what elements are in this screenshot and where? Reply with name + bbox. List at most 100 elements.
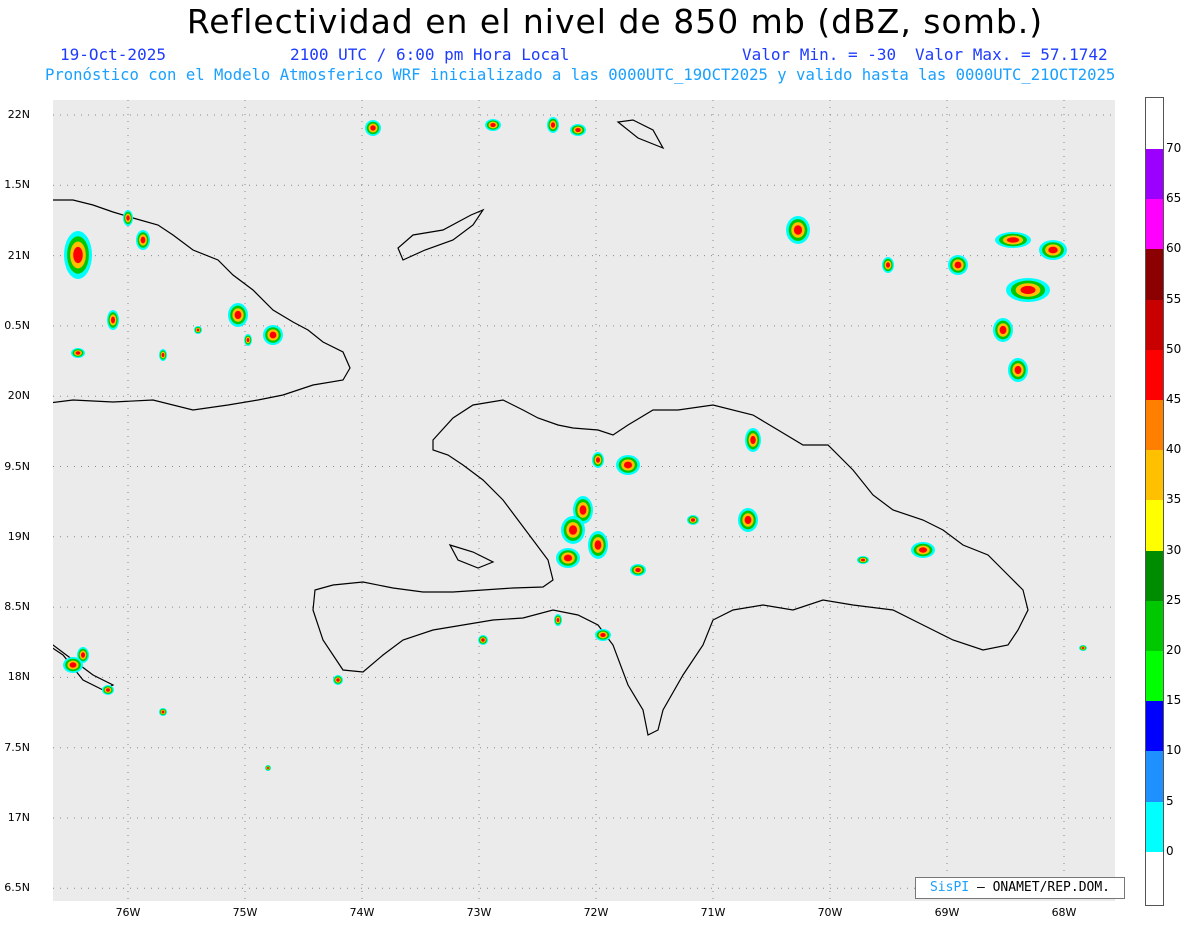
lat-label: 9.5N — [4, 459, 30, 473]
reflectivity-cell — [333, 675, 343, 685]
reflectivity-contour — [1081, 646, 1085, 650]
reflectivity-contour — [954, 261, 962, 269]
colorbar-segment — [1146, 249, 1163, 300]
lon-label: 75W — [232, 906, 258, 919]
reflectivity-contour — [600, 632, 606, 638]
gonave-coastline — [448, 544, 495, 569]
colorbar-segment — [1146, 701, 1163, 752]
min-value: Valor Min. = -30 — [742, 45, 897, 64]
lon-label: 73W — [466, 906, 492, 919]
reflectivity-contour — [793, 225, 803, 235]
reflectivity-contour — [744, 515, 752, 525]
reflectivity-contour — [161, 352, 165, 358]
reflectivity-cell — [630, 564, 646, 576]
colorbar-segment — [1146, 400, 1163, 451]
reflectivity-contour — [481, 638, 485, 642]
reflectivity-cell — [592, 452, 604, 468]
forecast-time: 2100 UTC / 6:00 pm Hora Local — [290, 45, 570, 64]
colorbar-segment — [1146, 751, 1163, 802]
reflectivity-contour — [246, 337, 250, 343]
credit-box: SisPI – ONAMET/REP.DOM. — [915, 877, 1125, 899]
max-value: Valor Max. = 57.1742 — [915, 45, 1108, 64]
reflectivity-contour — [594, 540, 602, 550]
reflectivity-cell — [786, 216, 810, 244]
colorbar-label: 70 — [1166, 141, 1182, 155]
reflectivity-contour — [690, 518, 696, 522]
reflectivity-contour — [140, 236, 146, 244]
reflectivity-cell — [194, 326, 202, 334]
reflectivity-contour — [885, 262, 891, 268]
reflectivity-cell — [1039, 240, 1067, 260]
reflectivity-cell — [911, 542, 935, 558]
colorbar-label: 45 — [1166, 392, 1182, 406]
colorbar-label: 30 — [1166, 542, 1182, 557]
colorbar-label: 0 — [1166, 843, 1174, 858]
colorbar-segment — [1146, 801, 1163, 852]
lat-label: 17N — [7, 811, 30, 824]
lon-label: 68W — [1051, 906, 1077, 919]
reflectivity-contour — [75, 351, 81, 355]
reflectivity-cell — [561, 516, 585, 544]
reflectivity-contour — [73, 246, 83, 264]
coastlines — [32, 119, 1029, 736]
credit-brand: SisPI — [929, 880, 970, 895]
reflectivity-contour — [234, 310, 242, 320]
lat-label: 1.5N — [4, 178, 30, 192]
colorbar-label: 65 — [1166, 191, 1182, 206]
reflectivity-contour — [110, 316, 116, 324]
reflectivity-cell — [485, 119, 501, 131]
reflectivity-cell — [993, 318, 1013, 342]
reflectivity-contour — [266, 766, 270, 770]
colorbar-label: 15 — [1166, 693, 1182, 708]
colorbar-label: 50 — [1166, 341, 1182, 356]
reflectivity-cell — [107, 310, 119, 330]
lat-label: 19N — [7, 529, 30, 543]
reflectivity-contour — [918, 547, 928, 553]
reflectivity-cell — [547, 117, 559, 133]
colorbar-label: 55 — [1166, 291, 1182, 306]
reflectivity-cell — [159, 349, 167, 361]
reflectivity-contour — [579, 505, 587, 515]
cuba-coastline — [32, 199, 351, 411]
reflectivity-cell — [745, 428, 761, 452]
reflectivity-cell — [1008, 358, 1028, 382]
reflectivity-cells — [63, 117, 1087, 771]
colorbar-label: 5 — [1166, 793, 1174, 808]
map-canvas — [32, 100, 1115, 901]
reflectivity-cell — [244, 334, 252, 346]
reflectivity-contour — [999, 325, 1007, 335]
reflectivity-contour — [556, 617, 560, 623]
reflectivity-cell — [738, 508, 758, 532]
reflectivity-cell — [595, 629, 611, 641]
colorbar-segment — [1146, 500, 1163, 551]
colorbar-segment — [1146, 651, 1163, 702]
reflectivity-cell — [687, 515, 699, 525]
reflectivity-contour — [550, 122, 556, 128]
reflectivity-cell — [123, 210, 133, 226]
reflectivity-contour — [750, 435, 756, 445]
lon-label: 72W — [583, 906, 609, 919]
reflectivity-contour — [1020, 285, 1036, 295]
reflectivity-contour — [269, 331, 277, 339]
colorbar-segment — [1146, 199, 1163, 250]
inagua-coastline — [397, 208, 485, 261]
colorbar-label: 20 — [1166, 643, 1182, 657]
reflectivity-cell — [64, 231, 92, 279]
reflectivity-contour — [1006, 237, 1020, 243]
lat-label: 8.5N — [4, 600, 30, 614]
lat-label: 21N — [7, 248, 30, 262]
lon-label: 76W — [115, 906, 141, 919]
reflectivity-contour — [568, 525, 578, 535]
forecast-date: 19-Oct-2025 — [60, 45, 166, 64]
colorbar-segment — [1146, 600, 1163, 651]
reflectivity-contour — [563, 554, 573, 562]
reflectivity-cell — [71, 348, 85, 358]
lat-label: 22N — [7, 108, 30, 121]
reflectivity-cell — [554, 614, 562, 626]
colorbar-segment — [1146, 349, 1163, 400]
reflectivity-contour — [490, 122, 496, 128]
reflectivity-contour — [336, 678, 340, 682]
reflectivity-cell — [159, 708, 167, 716]
reflectivity-contour — [196, 328, 200, 332]
reflectivity-cell — [570, 124, 586, 136]
